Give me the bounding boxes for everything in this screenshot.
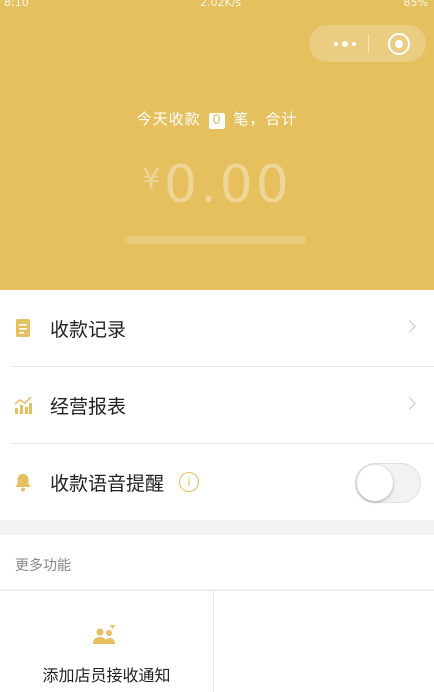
report-chart-icon — [14, 396, 32, 414]
chevron-right-icon — [403, 320, 416, 333]
today-count: 0 — [209, 113, 225, 129]
menu-item-voice-reminder: 收款语音提醒 i — [0, 444, 434, 520]
today-prefix: 今天收款 — [136, 110, 201, 128]
add-staff-notification-button[interactable]: 添加店员接收通知 — [0, 591, 213, 692]
add-staff-icon — [93, 625, 115, 644]
more-features-header: 更多功能 — [0, 535, 434, 589]
status-time: 8:10 — [4, 0, 29, 9]
miniprogram-capsule — [309, 25, 426, 62]
capsule-divider — [368, 34, 369, 53]
more-options-icon[interactable] — [323, 25, 367, 62]
chevron-right-icon — [403, 397, 416, 410]
more-features-title: 更多功能 — [15, 558, 71, 574]
header-panel: 8:10 2.02K/s 85% 今天收款 0 笔，合计 ¥0.00 — [0, 0, 434, 290]
empty-grid-cell — [214, 591, 427, 692]
info-icon[interactable]: i — [179, 472, 199, 492]
menu-list: 收款记录 经营报表 收款语音提醒 i — [0, 290, 434, 520]
voice-reminder-toggle[interactable] — [355, 463, 421, 503]
menu-item-records[interactable]: 收款记录 — [0, 290, 434, 366]
more-features-grid: 添加店员接收通知 — [0, 590, 434, 692]
amount-value: 0.00 — [164, 155, 292, 215]
status-speed: 2.02K/s — [200, 0, 242, 9]
menu-item-label: 收款记录 — [50, 319, 127, 341]
menu-item-label: 收款语音提醒 — [50, 473, 165, 495]
bell-icon — [15, 474, 31, 492]
toggle-knob — [357, 465, 393, 501]
status-battery: 85% — [403, 0, 428, 9]
today-amount: ¥0.00 — [0, 155, 434, 215]
today-suffix: 笔，合计 — [233, 110, 298, 128]
menu-item-label: 经营报表 — [50, 396, 127, 418]
loading-placeholder-bar — [124, 236, 306, 244]
close-miniprogram-icon[interactable] — [388, 33, 410, 55]
today-summary: 今天收款 0 笔，合计 — [0, 108, 434, 129]
menu-item-reports[interactable]: 经营报表 — [0, 367, 434, 443]
add-staff-label: 添加店员接收通知 — [42, 666, 171, 685]
currency-symbol: ¥ — [142, 162, 161, 195]
status-bar: 8:10 2.02K/s 85% — [0, 0, 434, 12]
receipt-icon — [16, 319, 30, 337]
